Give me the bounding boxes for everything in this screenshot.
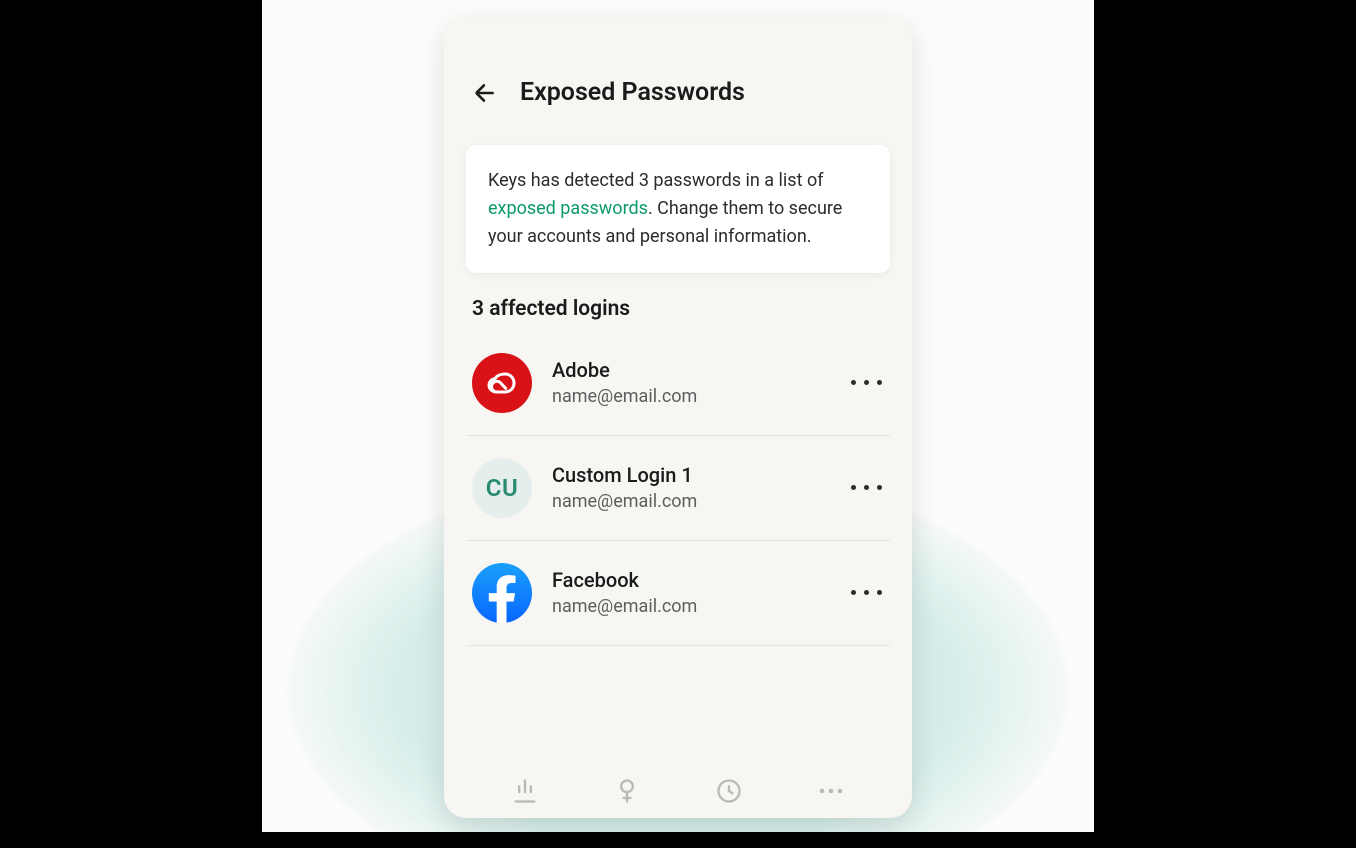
bottom-nav: [444, 756, 912, 818]
login-item-custom[interactable]: CU Custom Login 1 name@email.com: [466, 436, 890, 541]
more-options-button[interactable]: [848, 365, 884, 401]
nav-item-1[interactable]: [503, 769, 547, 813]
login-text: Custom Login 1 name@email.com: [552, 463, 828, 512]
screenshot-background: Exposed Passwords Keys has detected 3 pa…: [262, 0, 1094, 832]
dots-icon: [851, 485, 856, 490]
section-heading: 3 affected logins: [444, 297, 912, 325]
page-title: Exposed Passwords: [520, 78, 745, 107]
info-card: Keys has detected 3 passwords in a list …: [466, 145, 890, 273]
info-text-before: Keys has detected 3 passwords in a list …: [488, 170, 823, 191]
phone-screen: Exposed Passwords Keys has detected 3 pa…: [444, 18, 912, 818]
custom-login-icon: CU: [472, 458, 532, 518]
login-list: Adobe name@email.com CU Custom Login 1 n…: [444, 325, 912, 646]
arrow-left-icon: [472, 80, 498, 106]
login-item-facebook[interactable]: Facebook name@email.com: [466, 541, 890, 646]
nav-icon: [715, 777, 743, 805]
more-options-button[interactable]: [848, 575, 884, 611]
login-title: Custom Login 1: [552, 463, 828, 487]
nav-icon: [511, 777, 539, 805]
nav-item-2[interactable]: [605, 769, 649, 813]
nav-item-4[interactable]: [809, 769, 853, 813]
more-options-button[interactable]: [848, 470, 884, 506]
login-email: name@email.com: [552, 386, 828, 407]
adobe-icon: [472, 353, 532, 413]
facebook-icon: [472, 563, 532, 623]
dots-icon: [851, 380, 856, 385]
dots-icon: [817, 786, 845, 796]
login-title: Adobe: [552, 358, 828, 382]
login-text: Adobe name@email.com: [552, 358, 828, 407]
facebook-f-icon: [472, 563, 532, 623]
creative-cloud-icon: [482, 363, 522, 403]
back-button[interactable]: [472, 80, 498, 106]
dots-icon: [851, 590, 856, 595]
nav-icon: [613, 777, 641, 805]
login-title: Facebook: [552, 568, 828, 592]
header: Exposed Passwords: [444, 18, 912, 137]
login-email: name@email.com: [552, 491, 828, 512]
nav-item-3[interactable]: [707, 769, 751, 813]
login-text: Facebook name@email.com: [552, 568, 828, 617]
exposed-passwords-link[interactable]: exposed passwords: [488, 198, 648, 219]
login-email: name@email.com: [552, 596, 828, 617]
login-item-adobe[interactable]: Adobe name@email.com: [466, 331, 890, 436]
initials-icon: CU: [486, 474, 518, 502]
